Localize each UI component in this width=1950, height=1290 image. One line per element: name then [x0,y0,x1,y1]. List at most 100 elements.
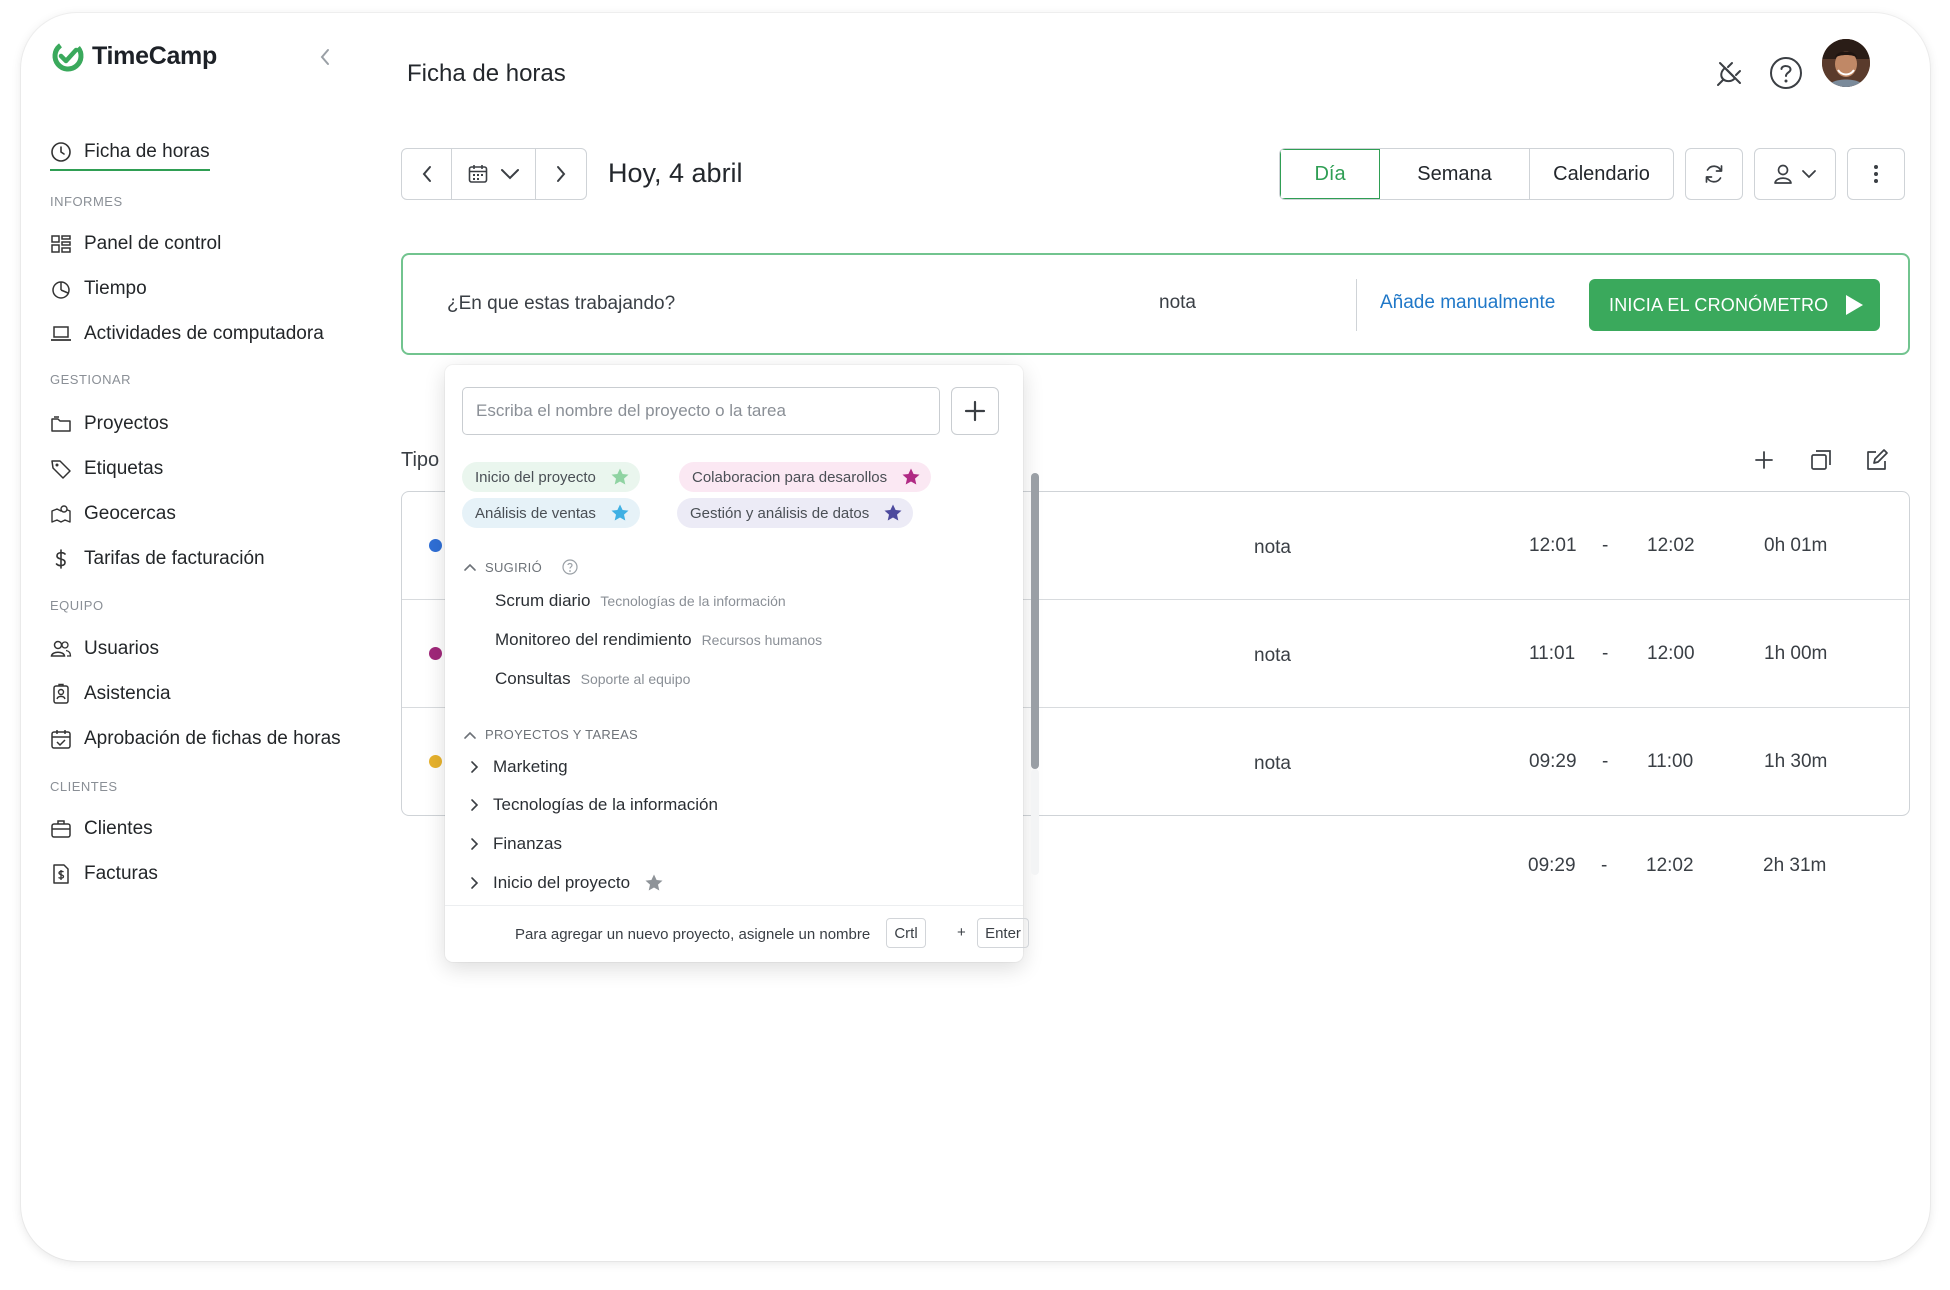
sidebar-section-informes: INFORMES [50,194,123,209]
sidebar-item-proyectos[interactable]: Proyectos [50,413,168,435]
entry-note[interactable]: nota [1254,645,1291,667]
user-filter-button[interactable] [1754,148,1836,200]
star-icon [884,504,902,521]
favorite-chip[interactable]: Colaboracion para desarollos [679,462,932,492]
entry-start[interactable]: 12:01 [1529,535,1577,557]
chevron-down-icon [1802,170,1816,179]
entry-end[interactable]: 11:00 [1647,751,1693,773]
favorite-chip[interactable]: Inicio del proyecto [462,462,640,492]
refresh-button[interactable] [1685,148,1743,200]
project-item-ti[interactable]: Tecnologías de la información [469,795,718,815]
sidebar-item-label: Asistencia [84,683,171,704]
suggested-item[interactable]: Monitoreo del rendimiento Recursos human… [495,630,822,650]
help-button[interactable] [1766,53,1806,93]
star-icon [611,504,629,521]
projects-section-title: PROYECTOS Y TAREAS [485,727,639,742]
favorite-chip[interactable]: Análisis de ventas [462,498,640,528]
entry-note[interactable]: nota [1254,753,1291,775]
timer-bar: ¿En que estas trabajando? nota Añade man… [401,253,1910,355]
entry-end[interactable]: 12:00 [1647,643,1695,665]
map-icon [51,505,71,523]
sidebar-item-label: Clientes [84,818,153,839]
task-question-input[interactable]: ¿En que estas trabajando? [447,293,675,315]
entry-start[interactable]: 11:01 [1529,643,1575,665]
kbd-plus: + [957,924,966,941]
sidebar-item-tarifas[interactable]: Tarifas de facturación [50,548,265,570]
chevron-right-icon [471,877,479,889]
entry-note[interactable]: nota [1254,537,1291,559]
timecamp-logo[interactable]: TimeCamp [50,38,217,74]
footer-hint: Para agregar un nuevo proyecto, asignele… [515,926,871,943]
clock-icon [51,142,71,162]
date-picker-button[interactable] [452,149,536,199]
favorite-chip[interactable]: Gestión y análisis de datos [677,498,914,528]
view-tab-calendario[interactable]: Calendario [1530,149,1673,199]
chevron-right-icon [471,838,479,850]
calendar-check-icon [51,730,71,749]
entry-duration[interactable]: 0h 01m [1764,535,1827,557]
integrations-button[interactable] [1710,53,1750,93]
chevron-right-icon [471,761,479,773]
project-search-input[interactable] [462,387,940,435]
sidebar-item-aprobacion[interactable]: Aprobación de fichas de horas [50,728,341,750]
entry-duration[interactable]: 1h 30m [1764,751,1827,773]
entry-color-dot [429,539,442,552]
avatar-image [1822,39,1870,87]
sidebar-item-label: Geocercas [84,503,176,524]
suggested-item-name: Scrum diario [495,591,591,610]
add-entry-button[interactable] [1749,445,1779,475]
project-dropdown: Inicio del proyecto Colaboracion para de… [445,365,1039,962]
duplicate-button[interactable] [1806,445,1836,475]
sidebar-item-clientes[interactable]: Clientes [50,818,153,840]
add-project-button[interactable] [951,387,999,435]
sidebar-item-usuarios[interactable]: Usuarios [50,638,159,660]
add-manually-link[interactable]: Añade manualmente [1380,292,1555,314]
project-item-inicio[interactable]: Inicio del proyecto [469,873,664,893]
sidebar-item-facturas[interactable]: Facturas [50,863,158,885]
sidebar-item-ficha-de-horas[interactable]: Ficha de horas [50,141,210,171]
star-icon[interactable] [644,873,664,893]
project-item-marketing[interactable]: Marketing [469,757,568,777]
sidebar-item-panel-de-control[interactable]: Panel de control [50,233,221,255]
calendar-icon [468,165,487,183]
view-tab-dia[interactable]: Día [1280,149,1380,199]
suggested-item[interactable]: Consultas Soporte al equipo [495,669,690,689]
entry-end[interactable]: 12:02 [1647,535,1695,557]
sidebar-item-label: Ficha de horas [84,141,210,162]
favorite-chip-label: Gestión y análisis de datos [690,504,870,522]
scrollbar-thumb[interactable] [1031,473,1039,769]
app-window: TimeCamp Ficha de horas INFORMES Panel d… [21,13,1930,1261]
suggested-item-category: Soporte al equipo [580,671,691,687]
sidebar-item-etiquetas[interactable]: Etiquetas [50,458,163,480]
suggested-section-header[interactable]: SUGIRIÓ [463,559,578,575]
sidebar: TimeCamp Ficha de horas INFORMES Panel d… [21,13,381,1261]
chevron-left-icon [422,166,431,182]
chevron-left-icon [320,49,329,65]
start-timer-button[interactable]: INICIA EL CRONÓMETRO [1589,279,1880,331]
entry-start[interactable]: 09:29 [1529,751,1577,773]
sidebar-item-geocercas[interactable]: Geocercas [50,503,176,525]
sidebar-item-asistencia[interactable]: Asistencia [50,683,171,705]
sidebar-item-actividades[interactable]: Actividades de computadora [50,323,324,345]
kebab-menu-icon [1874,165,1878,183]
sidebar-item-tiempo[interactable]: Tiempo [50,278,147,300]
note-input[interactable]: nota [1159,292,1196,314]
sidebar-item-label: Usuarios [84,638,159,659]
invoice-icon [53,864,69,884]
projects-section-header[interactable]: PROYECTOS Y TAREAS [463,727,638,742]
laptop-icon [51,326,71,341]
timecamp-logo-icon [52,40,84,72]
edit-button[interactable] [1862,445,1892,475]
user-avatar[interactable] [1822,39,1870,87]
view-tab-semana[interactable]: Semana [1380,149,1530,199]
column-header-tipo: Tipo [401,449,440,471]
next-day-button[interactable] [536,149,586,199]
collapse-sidebar-button[interactable] [312,44,338,70]
sidebar-item-label: Tarifas de facturación [84,548,265,569]
badge-icon [53,683,69,704]
project-item-finanzas[interactable]: Finanzas [469,834,562,854]
previous-day-button[interactable] [402,149,452,199]
entry-duration[interactable]: 1h 00m [1764,643,1827,665]
more-options-button[interactable] [1847,148,1905,200]
suggested-item[interactable]: Scrum diario Tecnologías de la informaci… [495,591,786,611]
